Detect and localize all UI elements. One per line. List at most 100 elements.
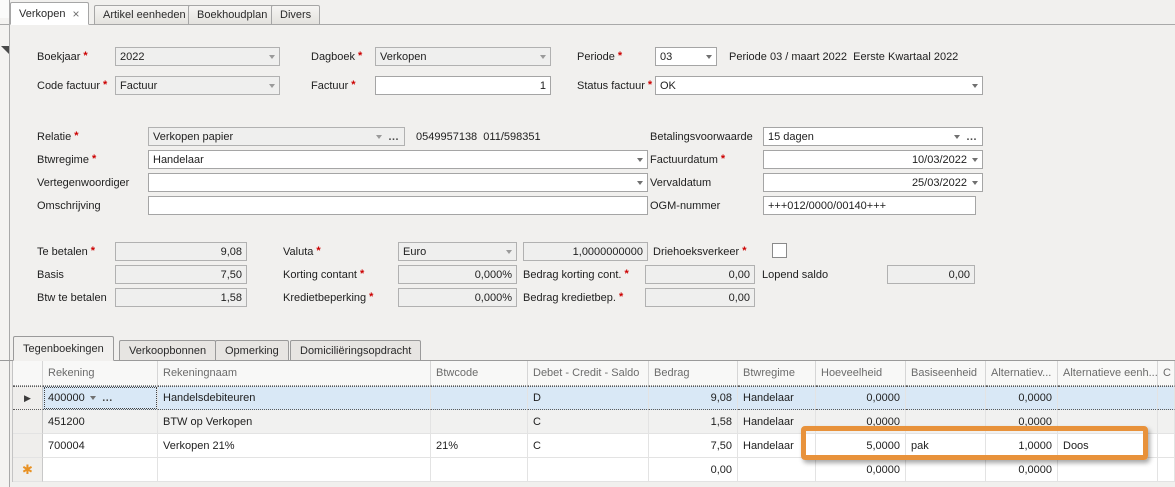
grid-new-row[interactable]: ✱ 0,00 0,0000 0,0000 xyxy=(13,458,1175,482)
cell-alternatiev[interactable]: 0,0000 xyxy=(986,458,1058,482)
relatie-select[interactable]: Verkopen papier … xyxy=(148,127,405,146)
cell-debet-credit-saldo[interactable]: D xyxy=(528,386,649,410)
col-header-debet-credit-saldo[interactable]: Debet - Credit - Saldo xyxy=(528,361,649,386)
cell-rekening[interactable]: 400000 … xyxy=(43,386,158,410)
col-header-btwcode[interactable]: Btwcode xyxy=(431,361,528,386)
factuur-input[interactable]: 1 xyxy=(375,76,551,95)
periode-select[interactable]: 03 xyxy=(655,47,717,66)
kredietbeperking-label: Kredietbeperking xyxy=(283,292,373,304)
cell-basiseenheid[interactable] xyxy=(906,386,986,410)
wisselkoers-value: 1,0000000000 xyxy=(572,245,643,258)
cell-alternatieve-eenh[interactable] xyxy=(1058,386,1158,410)
betalingsvoorwaarde-lookup-icon[interactable]: … xyxy=(966,131,978,142)
cell-alternatieve-eenh[interactable] xyxy=(1058,410,1158,434)
tab-artikel-eenheden[interactable]: Artikel eenheden xyxy=(94,5,195,25)
cell-basiseenheid[interactable]: pak xyxy=(906,434,986,458)
collapse-panel-icon[interactable] xyxy=(1,46,9,54)
cell-alternatieve-eenh[interactable]: Doos xyxy=(1058,434,1158,458)
dagboek-select[interactable]: Verkopen xyxy=(375,47,551,66)
col-header-bedrag[interactable]: Bedrag xyxy=(649,361,738,386)
tab-tegenboekingen[interactable]: Tegenboekingen xyxy=(13,336,114,361)
tab-verkoopbonnen[interactable]: Verkoopbonnen xyxy=(119,340,217,361)
col-header-cutoff[interactable]: C xyxy=(1158,361,1175,386)
cell-rekeningnaam[interactable] xyxy=(158,458,431,482)
status-factuur-select[interactable]: OK xyxy=(655,76,983,95)
grid-row-451200[interactable]: 451200 BTW op Verkopen C 1,58 Handelaar … xyxy=(13,410,1175,434)
relatie-lookup-icon[interactable]: … xyxy=(388,131,400,142)
cell-hoeveelheid[interactable]: 0,0000 xyxy=(816,386,906,410)
col-header-hoeveelheid[interactable]: Hoeveelheid xyxy=(816,361,906,386)
cell-cutoff[interactable] xyxy=(1158,410,1175,434)
cell-cutoff[interactable] xyxy=(1158,434,1175,458)
tab-verkoopbonnen-label: Verkoopbonnen xyxy=(129,344,207,357)
valuta-select[interactable]: Euro xyxy=(398,242,517,261)
btwregime-label: Btwregime xyxy=(37,154,96,166)
cell-hoeveelheid[interactable]: 0,0000 xyxy=(816,410,906,434)
cell-debet-credit-saldo[interactable]: C xyxy=(528,410,649,434)
cell-btwcode[interactable] xyxy=(431,386,528,410)
cell-rekeningnaam[interactable]: BTW op Verkopen xyxy=(158,410,431,434)
col-header-alternatieve-eenh[interactable]: Alternatieve eenh... xyxy=(1058,361,1158,386)
cell-hoeveelheid[interactable]: 5,0000 xyxy=(816,434,906,458)
dagboek-label: Dagboek xyxy=(311,51,362,63)
cell-bedrag[interactable]: 7,50 xyxy=(649,434,738,458)
omschrijving-input[interactable] xyxy=(148,196,648,215)
tab-boekhoudplan[interactable]: Boekhoudplan xyxy=(188,5,277,25)
cell-bedrag[interactable]: 1,58 xyxy=(649,410,738,434)
col-header-rekening[interactable]: Rekening xyxy=(43,361,158,386)
tab-divers[interactable]: Divers xyxy=(271,5,321,25)
grid-row-400000[interactable]: ▶ 400000 … Handelsdebiteuren D 9,08 Hand… xyxy=(13,386,1175,410)
rekening-lookup-icon[interactable]: … xyxy=(102,393,114,404)
cell-btwregime[interactable]: Handelaar xyxy=(738,434,816,458)
tab-domicilieringsopdracht-label: Domiciliëringsopdracht xyxy=(300,344,412,357)
cell-alternatieve-eenh[interactable] xyxy=(1058,458,1158,482)
col-header-btwregime[interactable]: Btwregime xyxy=(738,361,816,386)
betalingsvoorwaarde-select[interactable]: 15 dagen … xyxy=(763,127,983,146)
cell-cutoff[interactable] xyxy=(1158,386,1175,410)
factuur-value: 1 xyxy=(539,79,546,92)
tab-verkopen[interactable]: Verkopen × xyxy=(10,2,89,25)
grid-row-700004[interactable]: 700004 Verkopen 21% 21% C 7,50 Handelaar… xyxy=(13,434,1175,458)
cell-alternatiev[interactable]: 0,0000 xyxy=(986,386,1058,410)
cell-btwcode[interactable] xyxy=(431,458,528,482)
btwregime-select[interactable]: Handelaar xyxy=(148,150,648,169)
cell-bedrag[interactable]: 9,08 xyxy=(649,386,738,410)
cell-alternatiev[interactable]: 1,0000 xyxy=(986,434,1058,458)
cell-btwcode[interactable] xyxy=(431,410,528,434)
cell-rekeningnaam[interactable]: Handelsdebiteuren xyxy=(158,386,431,410)
cell-basiseenheid[interactable] xyxy=(906,410,986,434)
close-tab-icon[interactable]: × xyxy=(72,8,79,20)
col-header-rekeningnaam[interactable]: Rekeningnaam xyxy=(158,361,431,386)
cell-rekening[interactable] xyxy=(43,458,158,482)
cell-btwcode[interactable]: 21% xyxy=(431,434,528,458)
cell-btwregime[interactable]: Handelaar xyxy=(738,410,816,434)
cell-hoeveelheid[interactable]: 0,0000 xyxy=(816,458,906,482)
cell-basiseenheid[interactable] xyxy=(906,458,986,482)
cell-btwregime[interactable]: Handelaar xyxy=(738,386,816,410)
vertegenwoordiger-label: Vertegenwoordiger xyxy=(37,177,130,189)
cell-rekening[interactable]: 700004 xyxy=(43,434,158,458)
row-indicator-cell: ✱ xyxy=(13,458,43,482)
chevron-down-icon xyxy=(637,157,643,162)
cell-bedrag[interactable]: 0,00 xyxy=(649,458,738,482)
cell-debet-credit-saldo[interactable]: C xyxy=(528,434,649,458)
col-header-alternatiev[interactable]: Alternatiev... xyxy=(986,361,1058,386)
tab-opmerking[interactable]: Opmerking xyxy=(215,340,289,361)
cell-rekeningnaam[interactable]: Verkopen 21% xyxy=(158,434,431,458)
vervaldatum-picker[interactable]: 25/03/2022 xyxy=(763,173,983,192)
driehoeksverkeer-checkbox[interactable] xyxy=(772,243,787,258)
betalingsvoorwaarde-value: 15 dagen xyxy=(768,130,814,143)
cell-cutoff[interactable] xyxy=(1158,458,1175,482)
cell-btwregime[interactable] xyxy=(738,458,816,482)
code-factuur-select[interactable]: Factuur xyxy=(115,76,280,95)
vertegenwoordiger-select[interactable] xyxy=(148,173,648,192)
cell-alternatiev[interactable]: 0,0000 xyxy=(986,410,1058,434)
ogm-nummer-input[interactable]: +++012/0000/00140+++ xyxy=(763,196,976,215)
tab-domicilieringsopdracht[interactable]: Domiciliëringsopdracht xyxy=(290,340,422,361)
bedrag-kredietbep-value: 0,00 xyxy=(728,291,750,304)
cell-rekening[interactable]: 451200 xyxy=(43,410,158,434)
factuurdatum-picker[interactable]: 10/03/2022 xyxy=(763,150,983,169)
cell-debet-credit-saldo[interactable] xyxy=(528,458,649,482)
boekjaar-select[interactable]: 2022 xyxy=(115,47,280,66)
col-header-basiseenheid[interactable]: Basiseenheid xyxy=(906,361,986,386)
